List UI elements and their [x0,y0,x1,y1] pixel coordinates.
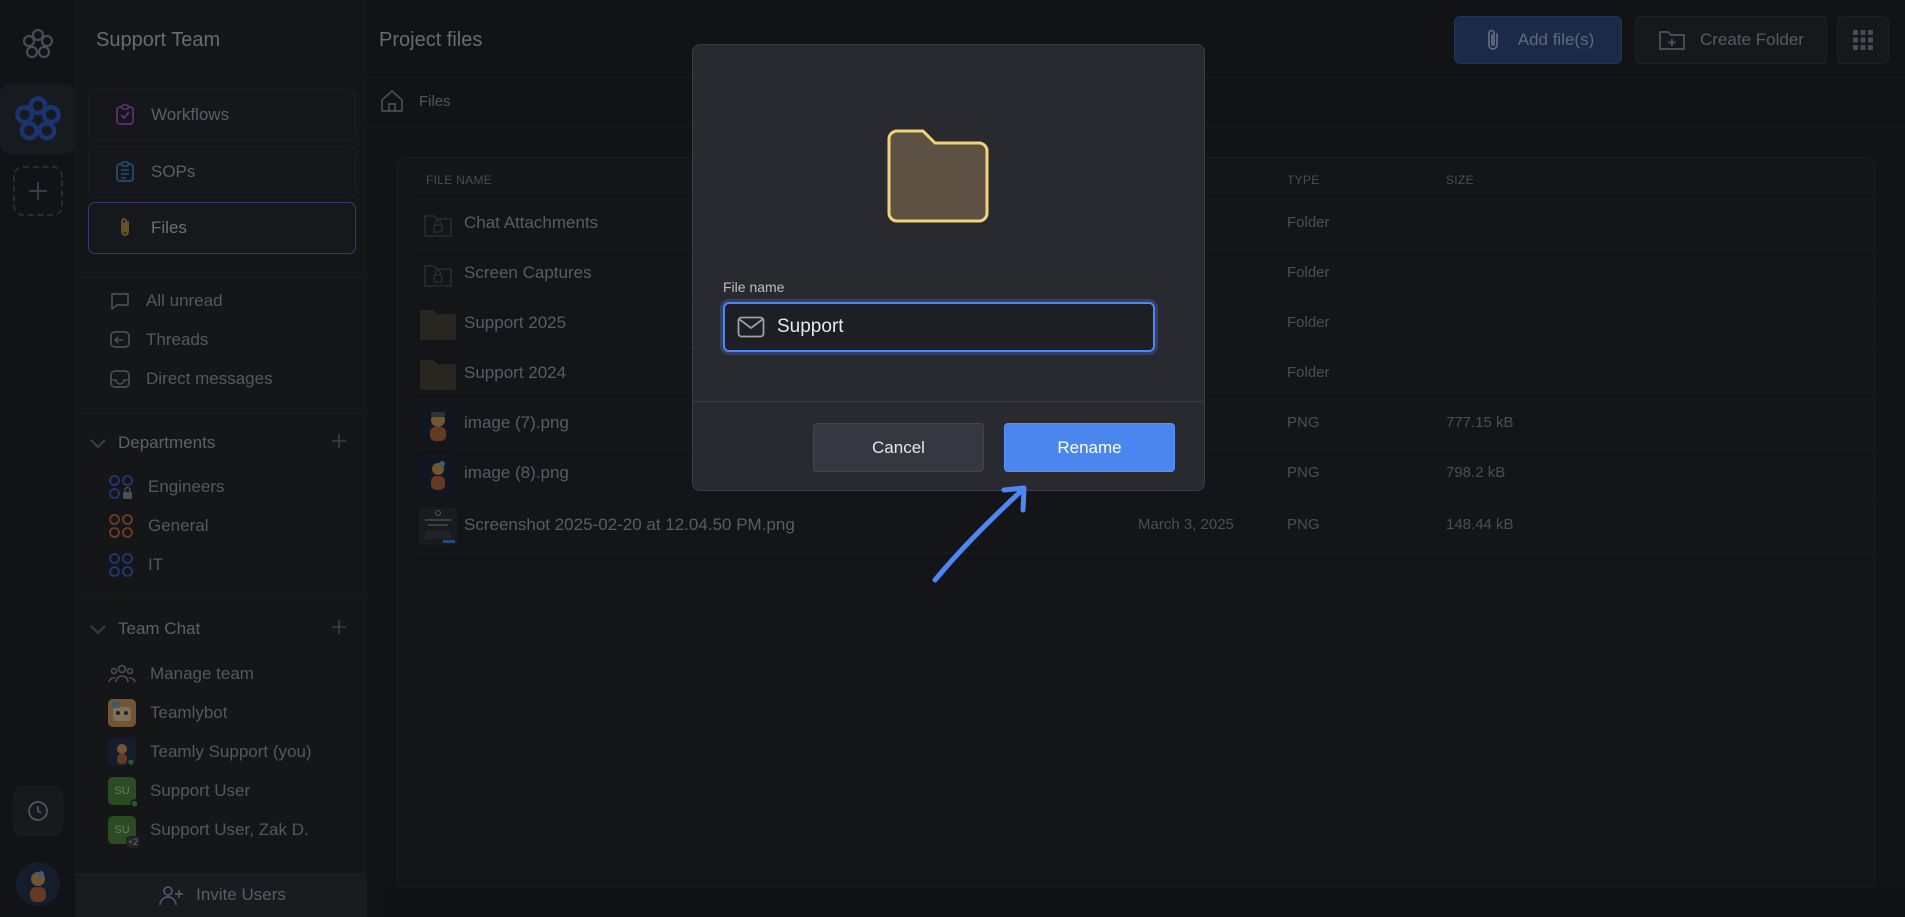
folder-icon [887,129,989,223]
annotation-arrow-icon [932,485,1027,583]
file-name-field[interactable] [723,302,1155,352]
file-name-label: File name [723,279,785,295]
file-name-input[interactable] [777,316,1137,338]
divider [693,401,1204,402]
rename-button[interactable]: Rename [1004,423,1175,472]
rename-folder-dialog: File name Cancel Rename [692,44,1205,491]
cancel-button[interactable]: Cancel [813,423,984,472]
envelope-icon [737,316,765,338]
